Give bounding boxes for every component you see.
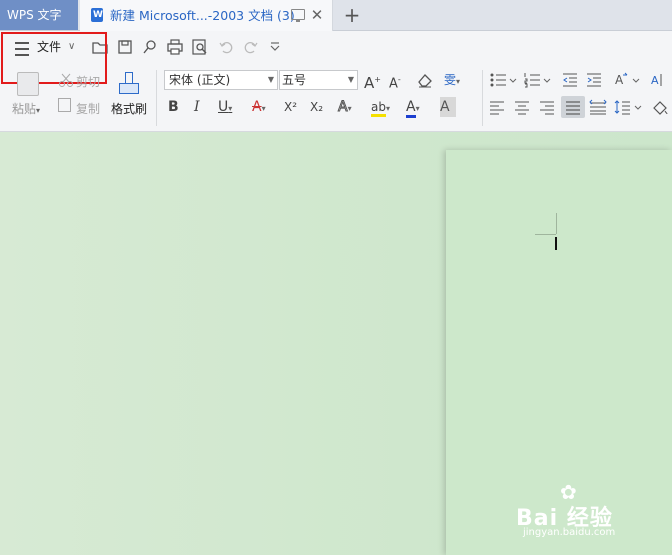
- highlight-button[interactable]: ab▾: [371, 97, 399, 117]
- watermark-url: jingyan.baidu.com: [523, 527, 616, 538]
- customize-toolbar-icon[interactable]: [269, 40, 281, 54]
- paste-button[interactable]: 粘贴▾: [12, 100, 40, 117]
- document-tab-title: 新建 Microsoft...-2003 文档 (3): [110, 8, 295, 23]
- scissors-icon[interactable]: [58, 72, 74, 88]
- text-effect-icon: A: [338, 99, 349, 116]
- font-color-icon: A: [406, 99, 416, 118]
- bullet-list-icon[interactable]: [489, 72, 517, 88]
- align-right-icon[interactable]: [539, 99, 555, 115]
- distributed-align-icon[interactable]: [589, 99, 607, 115]
- save-icon[interactable]: [116, 38, 134, 56]
- svg-text:A: A: [615, 73, 624, 87]
- line-spacing-icon[interactable]: [614, 99, 642, 115]
- character-shading-button[interactable]: A: [440, 97, 456, 117]
- paste-icon[interactable]: [17, 72, 39, 96]
- svg-text:A: A: [651, 74, 659, 87]
- font-family-select[interactable]: 宋体 (正文) ▼: [164, 70, 278, 90]
- superscript-button[interactable]: X²: [284, 97, 304, 117]
- tab-document[interactable]: 新建 Microsoft...-2003 文档 (3) ✕: [80, 0, 333, 31]
- grow-font-icon[interactable]: A+: [364, 70, 382, 92]
- strikethrough-button[interactable]: A▾: [252, 97, 278, 117]
- font-color-button[interactable]: A▾: [406, 97, 432, 118]
- font-size-select[interactable]: 五号 ▼: [279, 70, 358, 90]
- new-tab-button[interactable]: +: [340, 3, 364, 27]
- redo-icon[interactable]: [243, 38, 259, 56]
- divider: [482, 70, 483, 126]
- print-preview-icon[interactable]: [191, 38, 209, 56]
- underline-button[interactable]: U▾: [218, 97, 244, 117]
- page-margin-marker: [535, 234, 556, 235]
- underline-icon: U: [218, 99, 229, 115]
- align-center-icon[interactable]: [514, 99, 530, 115]
- align-left-icon[interactable]: [489, 99, 505, 115]
- sort-icon[interactable]: A: [650, 72, 666, 88]
- format-painter-button[interactable]: 格式刷: [111, 100, 147, 117]
- text-direction-icon[interactable]: A: [612, 72, 640, 88]
- undo-icon[interactable]: [218, 38, 234, 56]
- copy-icon[interactable]: [58, 98, 71, 112]
- shading-icon[interactable]: [651, 99, 669, 115]
- font-family-value: 宋体 (正文): [169, 73, 231, 87]
- page-margin-marker: [556, 213, 557, 234]
- text-cursor: [555, 237, 557, 250]
- app-tab-label: WPS 文字: [7, 8, 62, 22]
- shrink-font-icon[interactable]: A-: [389, 70, 407, 91]
- copy-button[interactable]: 复制: [76, 100, 100, 117]
- cut-button[interactable]: 剪切: [76, 73, 100, 90]
- close-tab-icon[interactable]: ✕: [309, 6, 325, 24]
- monitor-icon[interactable]: [291, 9, 305, 22]
- search-replace-icon[interactable]: [141, 38, 159, 56]
- strikethrough-icon: A: [252, 99, 262, 115]
- italic-button[interactable]: I: [194, 97, 208, 117]
- subscript-button[interactable]: X₂: [310, 97, 330, 117]
- word-doc-icon: [91, 8, 103, 22]
- align-justify-icon: [566, 101, 580, 115]
- font-size-value: 五号: [282, 73, 307, 87]
- dropdown-arrow-icon: ▼: [347, 75, 354, 84]
- format-painter-icon[interactable]: [118, 72, 139, 94]
- bold-button[interactable]: B: [168, 97, 182, 117]
- document-page[interactable]: [446, 150, 672, 555]
- paste-label: 粘贴: [12, 102, 37, 116]
- align-justify-button[interactable]: [561, 96, 585, 118]
- numbered-list-icon[interactable]: [523, 72, 551, 88]
- divider: [156, 70, 157, 126]
- print-icon[interactable]: [166, 38, 184, 56]
- highlight-icon: ab: [371, 100, 386, 117]
- increase-indent-icon[interactable]: [585, 72, 603, 88]
- dropdown-arrow-icon: ▼: [267, 75, 274, 84]
- decrease-indent-icon[interactable]: [561, 72, 579, 88]
- text-effect-button[interactable]: A▾: [338, 97, 364, 117]
- tab-wps-writer[interactable]: WPS 文字: [0, 0, 78, 30]
- clear-format-icon[interactable]: [416, 72, 434, 88]
- phonetic-guide-icon[interactable]: 雯▾: [444, 70, 472, 90]
